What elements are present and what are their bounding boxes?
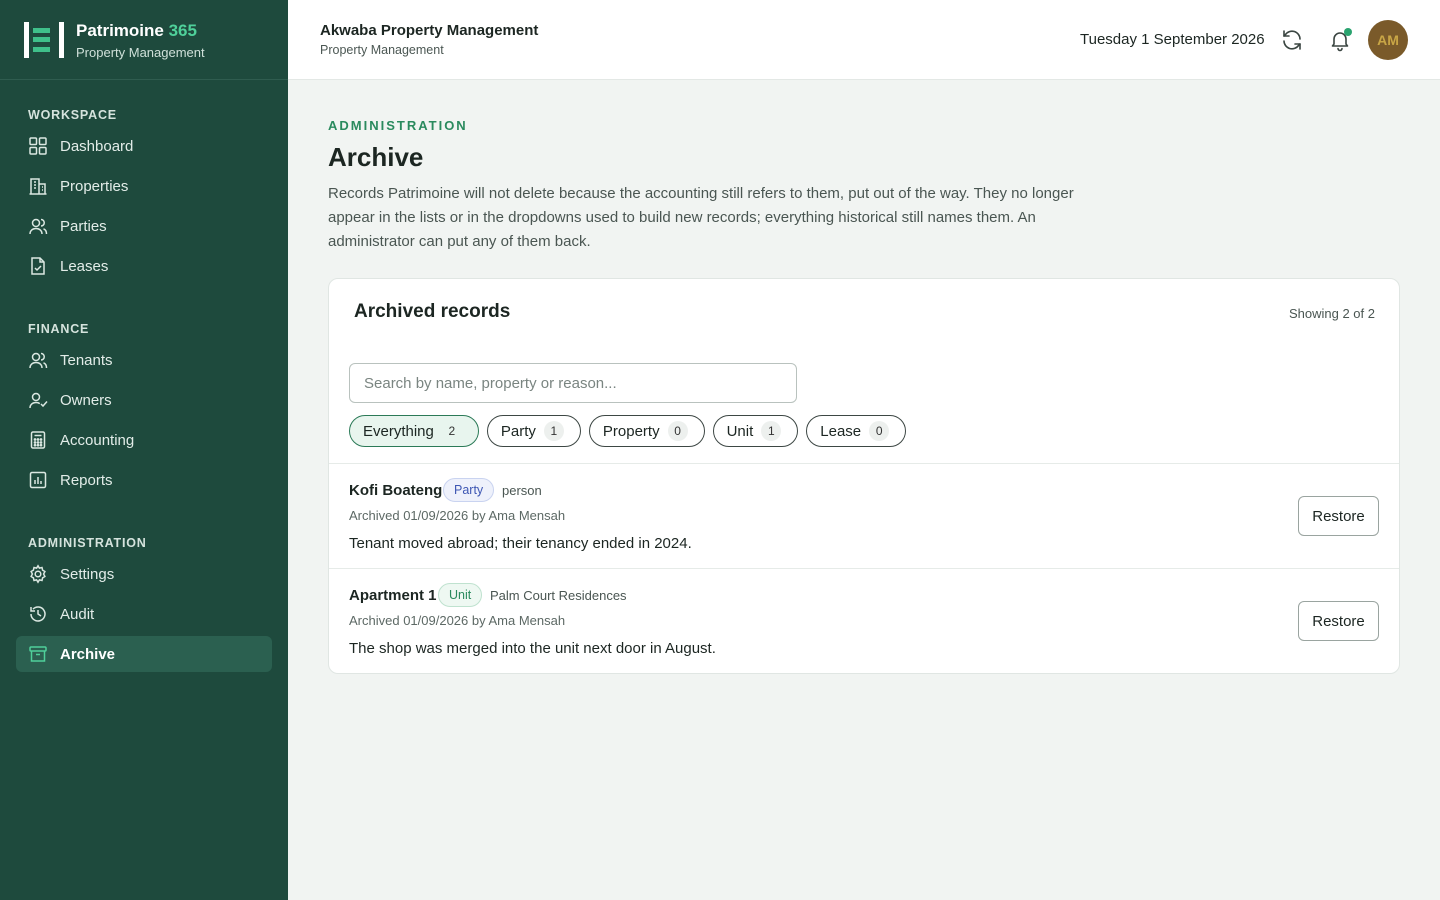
bell-icon[interactable] (1328, 28, 1352, 52)
search-input[interactable] (349, 363, 797, 403)
record-meta: Archived 01/09/2026 by Ama Mensah (349, 508, 566, 523)
sidebar-item-settings[interactable]: Settings (16, 556, 272, 592)
sidebar-item-label: Tenants (60, 351, 113, 369)
filter-count: 2 (448, 424, 456, 438)
filter-label: Everything (363, 422, 434, 440)
list-item: Kofi Boateng Party person Archived 01/09… (329, 463, 1399, 568)
archived-records-card: Archived records Showing 2 of 2 Everythi… (328, 278, 1400, 674)
filter-label: Property (602, 422, 660, 440)
filter-unit[interactable]: Unit 1 (712, 415, 799, 447)
topbar: Akwaba Property Management Property Mana… (288, 0, 1440, 80)
sidebar-item-tenants[interactable]: Tenants (16, 342, 272, 378)
filter-lease[interactable]: Lease 0 (806, 415, 907, 447)
filter-count: 0 (869, 421, 890, 441)
record-name: Apartment 1 (349, 587, 437, 604)
sidebar-item-owners[interactable]: Owners (16, 382, 272, 418)
archive-icon (28, 644, 48, 664)
filter-count: 0 (667, 421, 688, 441)
sidebar-item-label: Settings (60, 565, 115, 583)
sidebar-item-archive[interactable]: Archive (16, 636, 272, 672)
org-subtitle: Property Management (320, 43, 444, 57)
nav-section-workspace: WORKSPACE (28, 108, 117, 122)
brand-title: Patrimoine 365 (76, 20, 197, 40)
sidebar-item-label: Properties (60, 177, 129, 195)
people-icon (28, 216, 48, 236)
avatar[interactable]: AM (1368, 20, 1408, 60)
filter-label: Unit (726, 422, 754, 440)
filter-everything[interactable]: Everything 2 (349, 415, 479, 447)
history-icon (28, 604, 48, 624)
sidebar-item-label: Archive (60, 645, 116, 663)
record-type-badge: Unit (438, 583, 483, 607)
building-icon (28, 176, 48, 196)
sidebar-item-label: Accounting (60, 431, 135, 449)
grid-icon (28, 136, 48, 156)
page-eyebrow: ADMINISTRATION (328, 118, 468, 133)
sidebar-item-label: Leases (60, 257, 109, 275)
org-name: Akwaba Property Management (320, 22, 539, 39)
sidebar-item-dashboard[interactable]: Dashboard (16, 128, 272, 164)
sidebar-item-accounting[interactable]: Accounting (16, 422, 272, 458)
calculator-icon (28, 430, 48, 450)
record-count: Showing 2 of 2 (1288, 306, 1375, 321)
sidebar-item-label: Dashboard (60, 137, 134, 155)
record-name: Kofi Boateng (349, 482, 443, 499)
filter-count: 1 (543, 421, 564, 441)
sidebar-item-audit[interactable]: Audit (16, 596, 272, 632)
card-title: Archived records (354, 301, 511, 322)
record-type-badge: Party (443, 478, 495, 502)
sidebar-item-label: Audit (60, 605, 95, 623)
user-check-icon (28, 390, 48, 410)
list-item: Apartment 1 Unit Palm Court Residences A… (329, 568, 1399, 673)
record-reason: The shop was merged into the unit next d… (349, 640, 716, 657)
refresh-icon[interactable] (1280, 28, 1304, 52)
page-title: Archive (328, 142, 424, 172)
record-reason: Tenant moved abroad; their tenancy ended… (349, 535, 692, 552)
nav-section-finance: FINANCE (28, 322, 90, 336)
nav-section-administration: ADMINISTRATION (28, 536, 147, 550)
filter-property[interactable]: Property 0 (588, 415, 705, 447)
sidebar-item-label: Reports (60, 471, 113, 489)
sidebar-item-label: Owners (60, 391, 112, 409)
sidebar-item-label: Parties (60, 217, 107, 235)
bar-chart-icon (28, 470, 48, 490)
filter-party[interactable]: Party 1 (486, 415, 581, 447)
users-icon (28, 350, 48, 370)
sidebar-item-reports[interactable]: Reports (16, 462, 272, 498)
brand-subtitle: Property Management (76, 44, 205, 60)
restore-button[interactable]: Restore (1298, 496, 1379, 536)
sidebar-item-parties[interactable]: Parties (16, 208, 272, 244)
record-meta: Archived 01/09/2026 by Ama Mensah (349, 613, 566, 628)
record-kind: Palm Court Residences (490, 588, 627, 603)
sidebar-nav: WORKSPACE Dashboard Properties Parties L… (0, 80, 288, 672)
gear-icon (28, 564, 48, 584)
brand[interactable]: Patrimoine 365 Property Management (0, 0, 288, 80)
filter-count: 1 (761, 421, 782, 441)
sidebar-item-properties[interactable]: Properties (16, 168, 272, 204)
document-icon (28, 256, 48, 276)
current-date: Tuesday 1 September 2026 (1080, 31, 1265, 48)
filter-label: Lease (820, 422, 862, 440)
notification-dot (1344, 28, 1352, 36)
sidebar-item-leases[interactable]: Leases (16, 248, 272, 284)
page-description: Records Patrimoine will not delete becau… (328, 185, 1074, 250)
restore-button[interactable]: Restore (1298, 601, 1379, 641)
record-kind: person (502, 483, 542, 498)
filter-chips: Everything 2 Party 1 Property 0 Unit 1 L… (349, 415, 914, 447)
sidebar: Patrimoine 365 Property Management WORKS… (0, 0, 288, 900)
brand-logo-icon (24, 21, 64, 58)
filter-label: Party (500, 422, 536, 440)
